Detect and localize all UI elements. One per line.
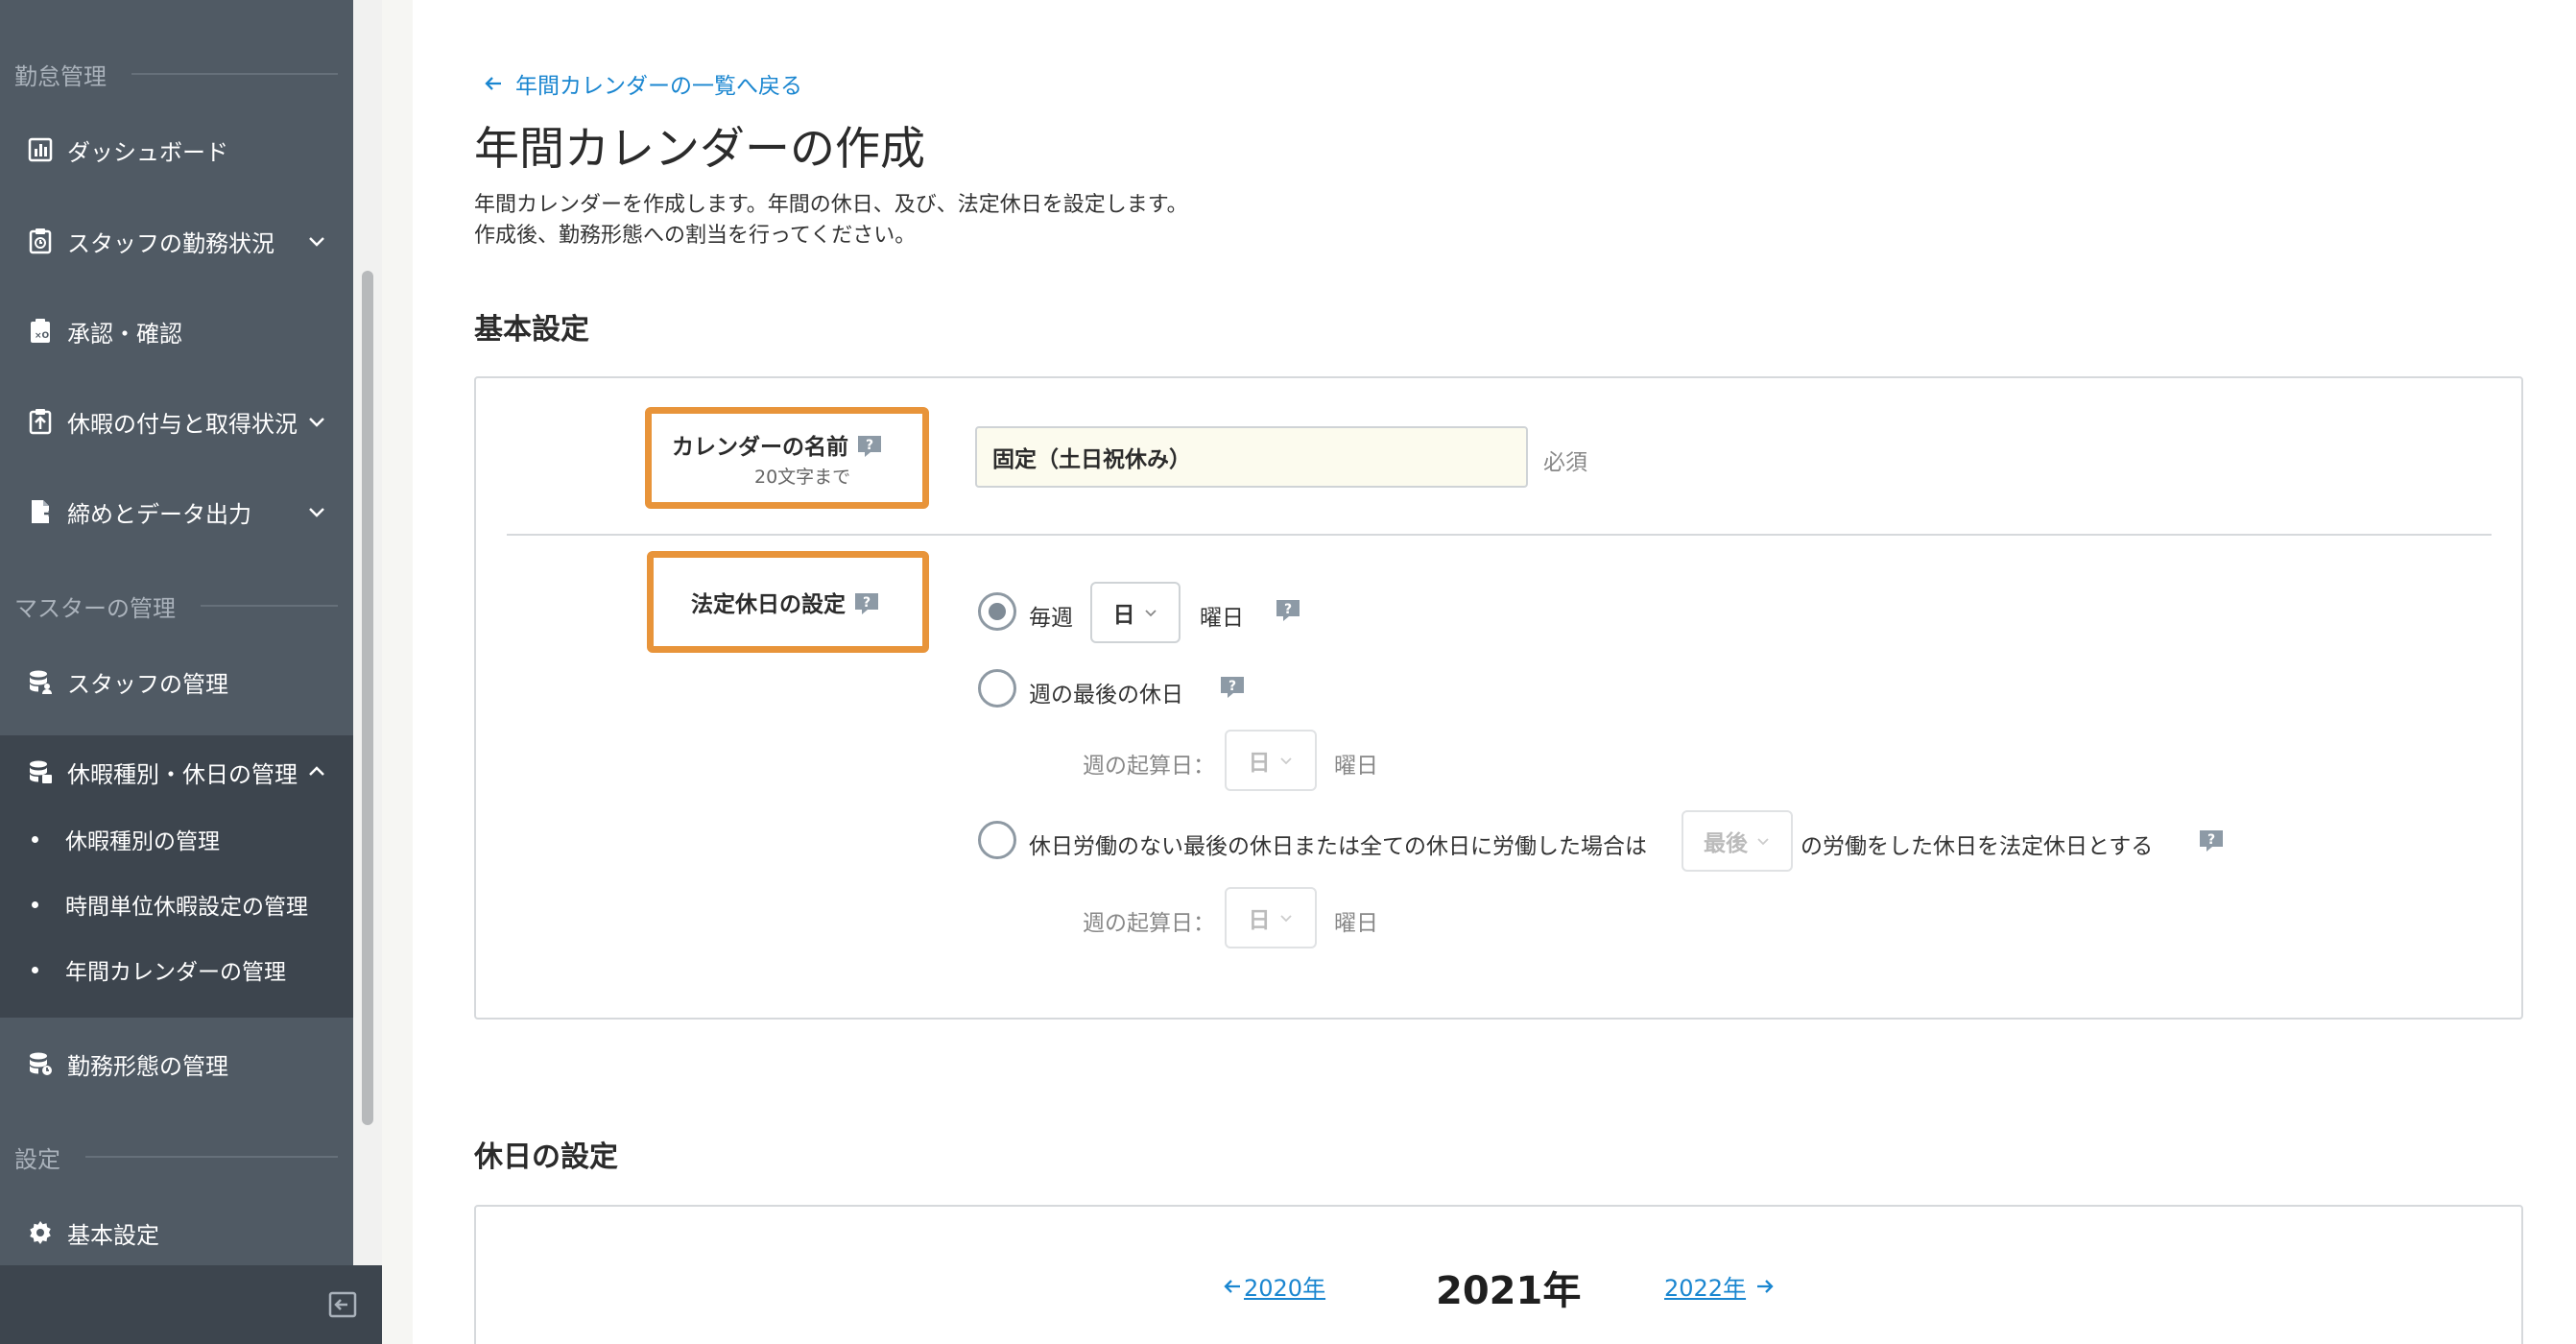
chevron-down-icon	[1279, 757, 1292, 765]
last-worked-suffix: の労働をした休日を法定休日とする	[1801, 834, 2154, 859]
week-start-suffix: 曜日	[1334, 911, 1378, 936]
svg-text:?: ?	[863, 595, 871, 611]
sidebar-item-basic-settings[interactable]: 基本設定	[0, 1196, 353, 1269]
next-year-link[interactable]: 2022年	[1664, 1269, 1777, 1303]
sidebar-section-attendance: 勤怠管理	[14, 60, 338, 90]
help-icon[interactable]: ?	[1219, 674, 1246, 698]
calendar-name-input[interactable]: 固定（土日祝休み）	[975, 426, 1528, 488]
help-icon[interactable]: ?	[2198, 828, 2225, 852]
sidebar-item-label: スタッフの管理	[67, 670, 228, 698]
sidebar-item-label: 締めとデータ出力	[67, 500, 251, 528]
legal-holiday-last-worked-radio[interactable]	[978, 821, 1016, 859]
required-badge: 必須	[1543, 450, 1587, 475]
section-divider	[131, 73, 338, 75]
clipboard-upload-icon	[27, 408, 54, 435]
sidebar-subitem-hourly-leave[interactable]: 時間単位休暇設定の管理	[0, 872, 353, 937]
page-title: 年間カレンダーの作成	[474, 123, 925, 176]
sidebar-item-staff-mgmt[interactable]: スタッフの管理	[0, 645, 353, 718]
help-icon[interactable]: ?	[853, 590, 880, 614]
sidebar-item-dashboard[interactable]: ダッシュボード	[0, 113, 353, 186]
sidebar-subitem-annual-calendar[interactable]: 年間カレンダーの管理	[0, 937, 353, 1002]
database-calendar-icon	[27, 758, 54, 785]
week-start-select-2[interactable]: 日	[1225, 887, 1317, 948]
section-divider	[85, 1156, 338, 1158]
week-start-label: 週の起算日：	[1083, 754, 1215, 779]
row-divider	[507, 534, 2492, 536]
current-year: 2021年	[1436, 1269, 1582, 1313]
svg-text:×O: ×O	[35, 331, 50, 341]
chevron-up-icon	[309, 766, 324, 776]
help-icon[interactable]: ?	[856, 433, 883, 457]
sidebar-item-approval[interactable]: ×O 承認・確認	[0, 295, 353, 368]
chevron-down-icon	[1279, 915, 1292, 923]
database-clock-icon	[27, 1050, 54, 1077]
help-icon[interactable]: ?	[1275, 597, 1301, 621]
last-worked-label: 休日労働のない最後の休日または全ての休日に労働した場合は	[1029, 834, 1647, 859]
week-start-suffix: 曜日	[1334, 754, 1378, 779]
sidebar-item-leave-status[interactable]: 休暇の付与と取得状況	[0, 385, 353, 458]
legal-holiday-label: 法定休日の設定 ?	[691, 586, 880, 618]
last-worked-select[interactable]: 最後	[1682, 810, 1793, 872]
bullet	[32, 900, 38, 908]
chevron-down-icon	[309, 237, 324, 247]
section-divider	[201, 605, 338, 607]
sidebar-item-label: 基本設定	[67, 1221, 159, 1249]
database-user-icon	[27, 668, 54, 695]
clipboard-check-icon: ×O	[27, 318, 54, 345]
sidebar-item-label: 休暇の付与と取得状況	[67, 410, 298, 438]
weekly-day-select[interactable]: 日	[1090, 582, 1181, 643]
arrow-left-icon	[1224, 1279, 1240, 1293]
back-to-list-link[interactable]: 年間カレンダーの一覧へ戻る	[483, 67, 802, 100]
sidebar-item-leave-types-mgmt[interactable]: 休暇種別・休日の管理	[0, 735, 353, 808]
arrow-right-icon	[1757, 1279, 1774, 1293]
week-start-select-1[interactable]: 日	[1225, 730, 1317, 791]
weekday-suffix: 曜日	[1200, 606, 1244, 631]
bullet	[32, 835, 38, 843]
sidebar-item-label: スタッフの勤務状況	[67, 229, 274, 257]
svg-text:?: ?	[1228, 679, 1236, 694]
svg-text:?: ?	[866, 438, 873, 453]
sidebar-subitem-leave-types[interactable]: 休暇種別の管理	[0, 806, 353, 872]
section-title-basic: 基本設定	[474, 313, 589, 347]
legal-holiday-weekly-radio[interactable]	[978, 592, 1016, 631]
section-title-holidays: 休日の設定	[474, 1140, 618, 1174]
sidebar-item-label: ダッシュボード	[67, 138, 228, 166]
chevron-down-icon	[309, 508, 324, 517]
chevron-down-icon	[1757, 838, 1769, 846]
chart-icon	[27, 136, 54, 163]
sidebar-item-closing-export[interactable]: 締めとデータ出力	[0, 475, 353, 548]
calendar-name-note: 20文字まで	[754, 467, 851, 488]
sidebar-footer	[0, 1265, 382, 1344]
gear-icon	[27, 1219, 54, 1246]
svg-text:?: ?	[1284, 602, 1292, 617]
sidebar-section-settings: 設定	[14, 1142, 338, 1173]
sidebar-section-master: マスターの管理	[14, 591, 338, 622]
sidebar-scrollbar-thumb[interactable]	[362, 271, 373, 1125]
svg-text:?: ?	[2207, 832, 2215, 848]
clipboard-clock-icon	[27, 228, 54, 254]
sidebar-item-label: 勤務形態の管理	[67, 1052, 228, 1080]
legal-holiday-last-holiday-radio[interactable]	[978, 669, 1016, 708]
content-gutter	[382, 0, 413, 1344]
sidebar-item-work-pattern-mgmt[interactable]: 勤務形態の管理	[0, 1027, 353, 1100]
prev-year-link[interactable]: 2020年	[1221, 1269, 1325, 1303]
chevron-down-icon	[1144, 610, 1157, 617]
last-holiday-label: 週の最後の休日	[1029, 683, 1183, 708]
page-description: 年間カレンダーを作成します。年間の休日、及び、法定休日を設定します。 作成後、勤…	[474, 193, 1188, 248]
calendar-name-label: カレンダーの名前 ?	[672, 428, 883, 461]
chevron-down-icon	[309, 418, 324, 427]
week-start-label: 週の起算日：	[1083, 911, 1215, 936]
sidebar: 勤怠管理 ダッシュボード スタッフの勤務状況 ×O 承認・確認 休暇の付与と取得…	[0, 0, 353, 1344]
sidebar-item-label: 休暇種別・休日の管理	[67, 760, 298, 788]
sidebar-item-staff-status[interactable]: スタッフの勤務状況	[0, 204, 353, 277]
document-export-icon	[27, 498, 54, 525]
collapse-sidebar-icon[interactable]	[326, 1288, 359, 1321]
sidebar-item-label: 承認・確認	[67, 320, 182, 348]
arrow-left-icon	[485, 77, 501, 90]
bullet	[32, 966, 38, 973]
weekly-label: 毎週	[1029, 606, 1073, 631]
